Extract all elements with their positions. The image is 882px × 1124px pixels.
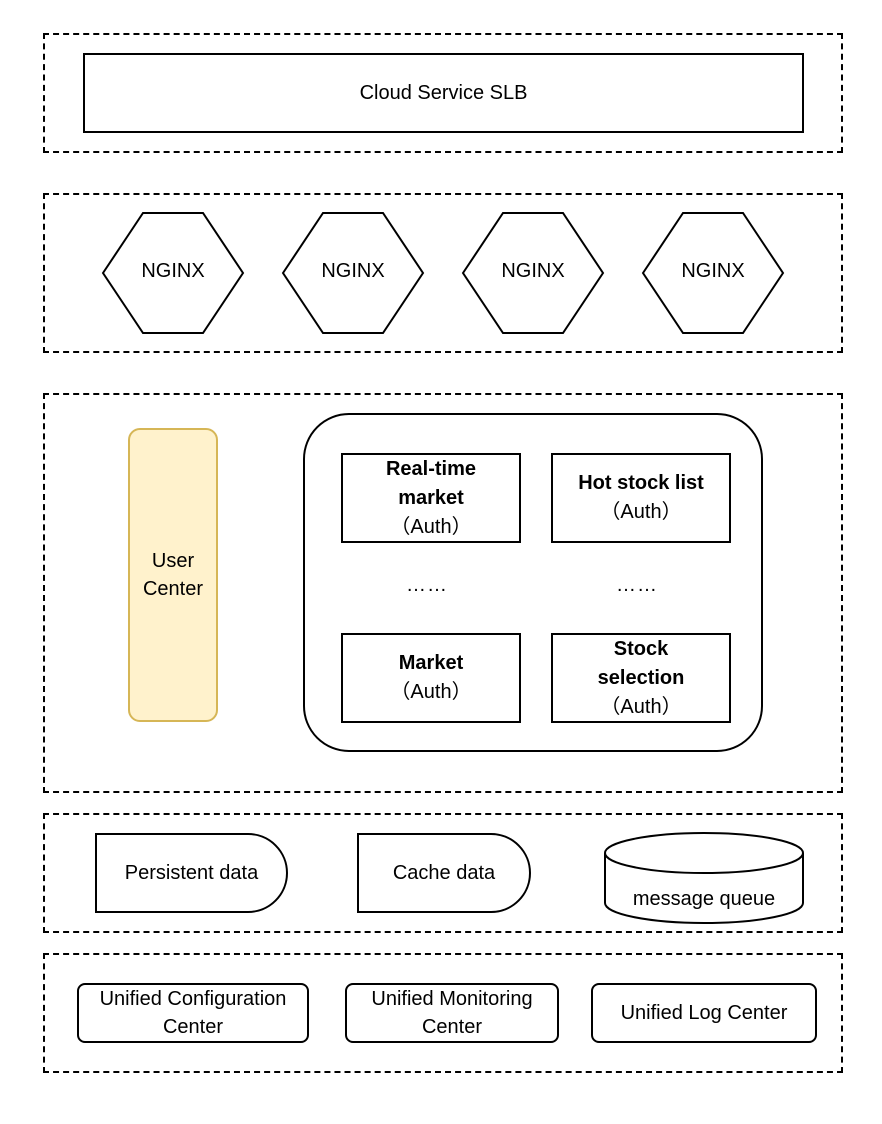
persistent-data-label: Persistent data <box>124 862 259 884</box>
service-auth: （Auth） <box>600 695 682 718</box>
user-center[interactable]: User Center <box>128 428 218 722</box>
service-stock-selection[interactable]: Stock selection （Auth） <box>551 633 731 723</box>
persistent-data-store[interactable]: Persistent data <box>95 833 288 913</box>
service-auth: （Auth） <box>390 515 472 538</box>
log-center-label: Unified Log Center <box>620 1002 788 1024</box>
cache-data-store[interactable]: Cache data <box>357 833 531 913</box>
service-title: Real-time market <box>385 457 477 509</box>
cloud-service-slb[interactable]: Cloud Service SLB <box>83 53 804 133</box>
user-center-label: User Center <box>142 550 204 600</box>
nginx-label-1: NGINX <box>141 260 205 282</box>
unified-configuration-center[interactable]: Unified Configuration Center <box>77 983 309 1043</box>
message-queue-label: message queue <box>632 888 776 910</box>
config-center-label: Unified Configuration Center <box>99 988 287 1038</box>
slb-label: Cloud Service SLB <box>359 82 528 104</box>
service-hot-stock-list[interactable]: Hot stock list （Auth） <box>551 453 731 543</box>
service-realtime-market[interactable]: Real-time market （Auth） <box>341 453 521 543</box>
ellipsis-left: …… <box>406 574 448 596</box>
service-market[interactable]: Market （Auth） <box>341 633 521 723</box>
service-auth: （Auth） <box>390 681 472 703</box>
service-title: Hot stock list <box>578 472 704 494</box>
ellipsis-right: …… <box>616 574 658 596</box>
nginx-label-4: NGINX <box>681 260 745 282</box>
service-title: Stock selection <box>597 637 685 689</box>
monitoring-center-label: Unified Monitoring Center <box>371 988 533 1038</box>
nginx-label-3: NGINX <box>501 260 565 282</box>
unified-log-center[interactable]: Unified Log Center <box>591 983 817 1043</box>
nginx-label-2: NGINX <box>321 260 385 282</box>
service-auth: （Auth） <box>600 501 682 523</box>
service-title: Market <box>398 652 464 674</box>
cache-data-label: Cache data <box>392 862 496 884</box>
unified-monitoring-center[interactable]: Unified Monitoring Center <box>345 983 559 1043</box>
